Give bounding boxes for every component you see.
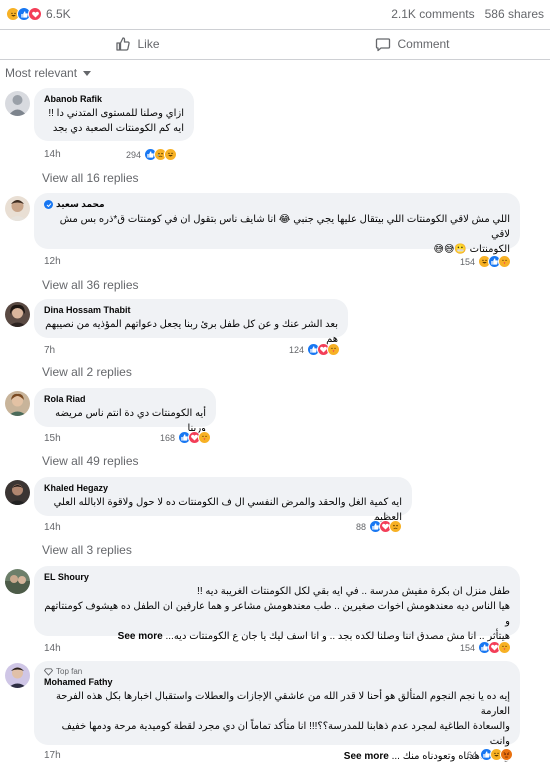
care-icon <box>198 431 212 444</box>
avatar[interactable] <box>5 196 30 221</box>
comment-author[interactable]: Khaled Hegazy <box>44 483 402 493</box>
comment-label: Comment <box>397 37 450 51</box>
avatar[interactable] <box>5 663 30 688</box>
view-replies-link[interactable]: View all 16 replies <box>42 171 139 185</box>
divider <box>0 59 550 60</box>
reaction-total: 6.5K <box>46 7 71 21</box>
comment-author[interactable]: Dina Hossam Thabit <box>44 305 338 315</box>
avatar[interactable] <box>5 91 30 116</box>
love-icon <box>28 7 42 21</box>
sort-label: Most relevant <box>5 66 78 80</box>
avatar[interactable] <box>5 569 30 594</box>
haha-icon <box>164 148 178 161</box>
view-replies-link[interactable]: View all 36 replies <box>42 278 139 292</box>
comment-time[interactable]: 17h <box>44 750 61 761</box>
chevron-down-icon <box>83 70 92 76</box>
comment-author[interactable]: EL Shoury <box>44 572 510 582</box>
care-icon <box>327 343 341 356</box>
like-label: Like <box>137 37 160 51</box>
comment-time[interactable]: 12h <box>44 256 61 267</box>
comment-outline-icon <box>376 38 391 52</box>
care-icon <box>498 255 512 268</box>
reaction-summary[interactable]: 6.5K <box>6 7 71 21</box>
like-button[interactable]: Like <box>0 30 275 58</box>
comment-time[interactable]: 7h <box>44 345 55 356</box>
comment-bubble: Top fan Mohamed Fathy إيه ده يا نجم النج… <box>34 661 520 762</box>
comment-text: إيه ده يا نجم النجوم المتألق هو أحنا لا … <box>55 691 510 762</box>
see-more-link[interactable]: See more <box>344 751 389 762</box>
comment-time[interactable]: 14h <box>44 522 61 533</box>
post-actions: Like Comment <box>0 30 550 58</box>
comment-bubble: Abanob Rafik ازاي وصلنا للمستوى المتدني … <box>34 88 194 141</box>
shares-count[interactable]: 586 shares <box>485 7 544 21</box>
comment-text: طفل منزل ان بكرة مفيش مدرسة .. في ايه بق… <box>44 586 510 642</box>
top-fan-badge: Top fan <box>44 667 510 676</box>
see-more-link[interactable]: See more <box>118 631 163 642</box>
view-replies-link[interactable]: View all 49 replies <box>42 454 139 468</box>
comment-author[interactable]: Abanob Rafik <box>44 94 184 104</box>
angry-icon <box>500 748 514 761</box>
comment-reactions[interactable]: 124 <box>289 343 341 356</box>
comment-bubble: EL Shoury طفل منزل ان بكرة مفيش مدرسة ..… <box>34 566 520 642</box>
comment-text: ازاي وصلنا للمستوى المتدني دا !! ايه كم ا… <box>48 108 184 134</box>
post-stats-bar: 6.5K 2.1K comments 586 shares <box>0 0 550 28</box>
like-outline-icon <box>116 37 131 51</box>
comment-bubble: Dina Hossam Thabit بعد الشر عنك و عن كل … <box>34 299 348 345</box>
comment-reactions[interactable]: 294 <box>126 148 178 161</box>
avatar[interactable] <box>5 480 30 505</box>
diamond-icon <box>44 668 53 676</box>
comment-author[interactable]: Mohamed Fathy <box>44 677 510 687</box>
comment-author[interactable]: Rola Riad <box>44 394 206 404</box>
comment-text: ايه كمية الغل والحقد والمرض النفسي ال ف … <box>53 497 402 523</box>
comment-reactions[interactable]: 168 <box>160 431 212 444</box>
comment-author[interactable]: محمد سعيد <box>44 199 510 210</box>
comments-count[interactable]: 2.1K comments <box>391 7 474 21</box>
comment-reactions[interactable]: 88 <box>356 520 403 533</box>
comment-bubble: محمد سعيد اللي مش لاقي الكومنتات اللي بي… <box>34 193 520 255</box>
care-icon <box>498 641 512 654</box>
avatar[interactable] <box>5 391 30 416</box>
comment-time[interactable]: 15h <box>44 433 61 444</box>
comment-bubble: Khaled Hegazy ايه كمية الغل والحقد والمر… <box>34 477 412 523</box>
comment-time[interactable]: 14h <box>44 149 61 160</box>
avatar[interactable] <box>5 302 30 327</box>
view-replies-link[interactable]: View all 2 replies <box>42 365 132 379</box>
comment-button[interactable]: Comment <box>275 30 550 58</box>
comment-time[interactable]: 14h <box>44 643 61 654</box>
comment-text: اللي مش لاقي الكومنتات اللي بيتقال عليها… <box>59 214 510 255</box>
comment-reactions[interactable]: 154 <box>460 641 512 654</box>
comment-bubble: Rola Riad أيه الكومنتات دي دة انتم ناس م… <box>34 388 216 434</box>
sad-icon <box>389 520 403 533</box>
comment-reactions[interactable]: 64 <box>467 748 514 761</box>
comment-reactions[interactable]: 154 <box>460 255 512 268</box>
sort-dropdown[interactable]: Most relevant <box>5 66 92 80</box>
verified-badge-icon <box>44 200 53 209</box>
view-replies-link[interactable]: View all 3 replies <box>42 543 132 557</box>
